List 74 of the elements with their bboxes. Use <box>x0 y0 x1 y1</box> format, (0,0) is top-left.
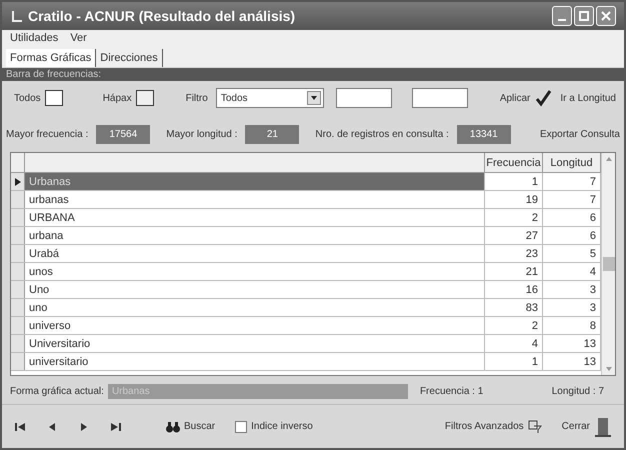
table-cell: 21 <box>485 263 543 280</box>
hapax-button[interactable]: Hápax <box>102 90 154 106</box>
table-cell: 4 <box>485 335 543 352</box>
table-cell: 23 <box>485 245 543 262</box>
maximize-icon <box>579 11 589 21</box>
apply-button[interactable]: Aplicar <box>500 89 552 107</box>
table-cell: 16 <box>485 281 543 298</box>
close-button[interactable]: Cerrar <box>562 416 612 436</box>
maximize-button[interactable] <box>574 6 594 26</box>
inverse-index-checkbox[interactable] <box>235 420 248 432</box>
minimize-icon <box>558 19 566 21</box>
tab[interactable]: Formas Gráficas <box>6 49 96 67</box>
grid-icon <box>136 90 154 106</box>
filter-dropdown[interactable]: Todos <box>216 88 324 108</box>
close-icon <box>601 11 611 21</box>
max-input-field[interactable] <box>412 88 468 108</box>
table-cell: 2 <box>485 317 543 334</box>
export-link[interactable]: Exportar Consulta <box>540 126 620 142</box>
table-cell: Urabá <box>25 245 485 262</box>
current-row-icon <box>14 178 20 186</box>
inverse-index-label: Indice inverso <box>251 420 313 434</box>
dropdown-button[interactable] <box>306 91 321 105</box>
table-cell: urbana <box>25 227 485 244</box>
table-cell: Urbanas <box>25 173 485 190</box>
advanced-filters-button[interactable]: Filtros Avanzados <box>444 419 542 434</box>
filter-label: Filtro <box>186 92 208 106</box>
row-selector[interactable] <box>11 173 25 190</box>
current-frequency: Frecuencia : 1 <box>420 384 484 398</box>
table-cell: URBANA <box>25 209 485 226</box>
search-button[interactable]: Buscar <box>166 419 216 434</box>
column-header[interactable]: Frecuencia <box>485 153 543 172</box>
stat-value: 13341 <box>456 124 511 144</box>
table-cell: universo <box>25 317 485 334</box>
all-button[interactable]: Todos <box>14 90 63 106</box>
scroll-thumb[interactable] <box>602 257 614 271</box>
table-cell: unos <box>25 263 485 280</box>
current-form-label: Forma gráfica actual: <box>10 384 104 398</box>
minimize-button[interactable] <box>552 6 572 26</box>
menu-item[interactable]: Ver <box>70 30 87 46</box>
checkmark-icon <box>534 89 552 107</box>
stat-label: Mayor longitud : <box>166 128 238 142</box>
dropdown-arrow-icon <box>310 96 317 100</box>
stat-label: Mayor frecuencia : <box>6 128 88 142</box>
table-cell: Uno <box>25 281 485 298</box>
menu-item[interactable]: Utilidades <box>10 30 58 46</box>
min-input-field[interactable] <box>336 88 392 108</box>
scroll-up-icon <box>606 157 612 161</box>
scroll-down-icon <box>606 367 612 371</box>
table-cell: 2 <box>485 209 543 226</box>
door-icon <box>594 416 612 436</box>
filter-icon <box>528 420 542 434</box>
app-icon <box>10 9 24 23</box>
stat-value: 21 <box>245 124 300 144</box>
first-record-icon[interactable] <box>14 420 26 432</box>
table-cell: 19 <box>485 191 543 208</box>
table-cell: 27 <box>485 227 543 244</box>
table-cell: uno <box>25 299 485 316</box>
table-cell: 1 <box>485 173 543 190</box>
go-to-length-link[interactable]: Ir a Longitud <box>560 90 616 106</box>
current-length: Longitud : 7 <box>552 384 604 398</box>
table-cell: 83 <box>485 299 543 316</box>
panel-header: Barra de frecuencias: <box>2 68 624 81</box>
close-button[interactable] <box>596 6 616 26</box>
table-cell: universitario <box>25 353 485 370</box>
window-title: Cratilo - ACNUR (Resultado del análisis) <box>28 6 296 26</box>
last-record-icon[interactable] <box>110 420 122 432</box>
table-cell: Universitario <box>25 335 485 352</box>
vertical-scrollbar[interactable] <box>601 153 615 375</box>
binoculars-icon <box>166 420 180 432</box>
stat-value: 17564 <box>96 124 150 144</box>
table-cell: 1 <box>485 353 543 370</box>
stat-label: Nro. de registros en consulta : <box>315 128 449 142</box>
list-icon <box>44 90 63 106</box>
table-cell: urbanas <box>25 191 485 208</box>
